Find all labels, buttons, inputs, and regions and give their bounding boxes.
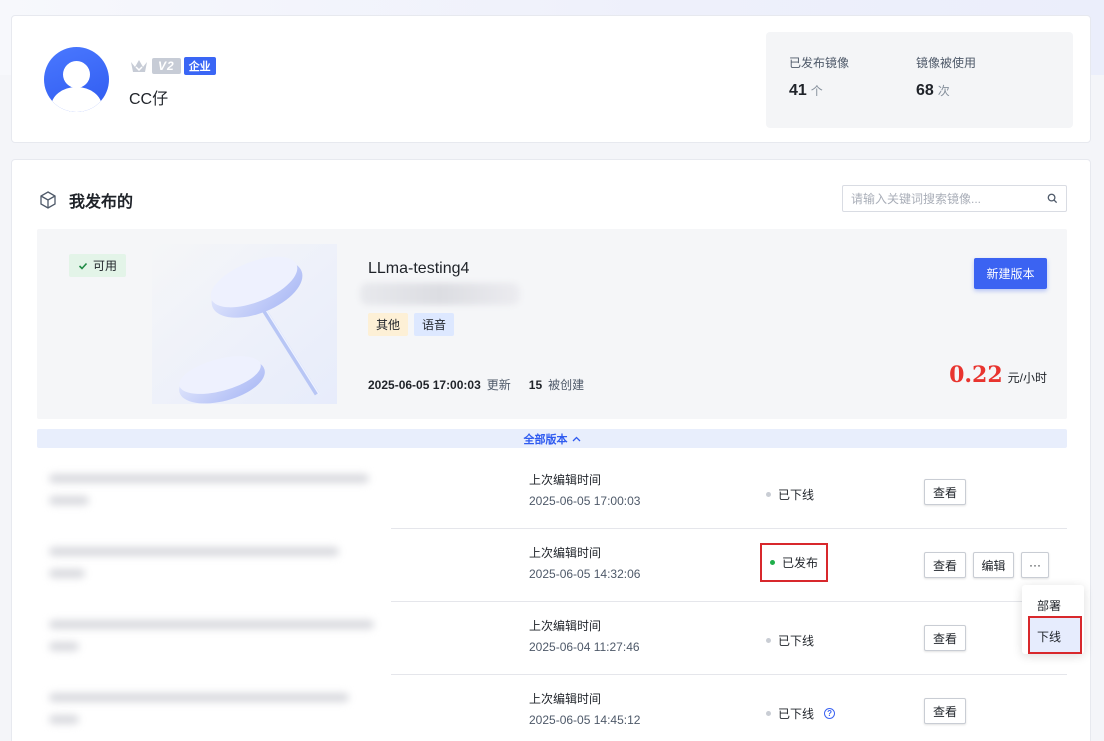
- status-dot: [766, 492, 771, 497]
- price-unit: 元/小时: [1007, 371, 1047, 385]
- edit-time-label: 上次编辑时间: [529, 619, 602, 633]
- stat-label: 镜像被使用: [916, 56, 977, 70]
- version-status: 已下线 ?: [766, 705, 836, 722]
- stats-panel: 已发布镜像 41 个 镜像被使用 68 次: [766, 32, 1073, 128]
- tag-speech: 语音: [414, 313, 455, 336]
- created-label: 被创建: [548, 378, 585, 392]
- help-icon[interactable]: ?: [824, 708, 836, 719]
- view-button[interactable]: 查看: [924, 479, 966, 505]
- stat-value: 41: [789, 82, 807, 99]
- search-icon[interactable]: [1047, 193, 1058, 204]
- view-button[interactable]: 查看: [924, 625, 966, 651]
- my-published-card: 我发布的 可用: [11, 159, 1091, 741]
- price-value: 0.22: [949, 362, 1003, 388]
- updated-label: 更新: [486, 378, 511, 392]
- more-actions-menu: 部署 下线: [1022, 585, 1084, 654]
- edit-time-label: 上次编辑时间: [529, 473, 602, 487]
- all-versions-label: 全部版本: [523, 433, 568, 446]
- search-box[interactable]: [842, 185, 1067, 212]
- version-row: 上次编辑时间 2025-06-05 17:00:03 已下线 查看: [37, 456, 1067, 529]
- version-row: 上次编辑时间 2025-06-05 14:32:06 已发布 查看 编辑 ···: [37, 529, 1067, 602]
- blurred-version-description: [37, 456, 391, 529]
- view-button[interactable]: 查看: [924, 552, 966, 578]
- price: 0.22 元/小时: [949, 362, 1047, 388]
- image-illustration: [152, 244, 337, 404]
- more-button[interactable]: ···: [1021, 552, 1049, 578]
- username: CC仔: [129, 91, 169, 108]
- avatar: [44, 47, 109, 112]
- stat-label: 已发布镜像: [789, 56, 850, 70]
- image-hero: 可用 LLma-testing4 其他 语音 2025-06-05 17:00:…: [37, 229, 1067, 419]
- cube-icon: [40, 191, 56, 209]
- blurred-version-description: [37, 602, 391, 675]
- edit-time: 2025-06-05 14:32:06: [529, 567, 641, 581]
- blurred-description: [360, 283, 520, 305]
- stat-unit: 个: [810, 84, 823, 98]
- status-dot: [770, 560, 775, 565]
- status-text: 已发布: [782, 556, 819, 570]
- version-status: 已下线: [766, 632, 814, 649]
- stat-published-images: 已发布镜像 41 个: [789, 54, 849, 100]
- menu-item-deploy[interactable]: 部署: [1037, 597, 1061, 614]
- tag-list: 其他 语音: [368, 313, 455, 336]
- image-name: LLma-testing4: [368, 260, 470, 277]
- updated-time: 2025-06-05 17:00:03: [368, 377, 481, 392]
- view-button[interactable]: 查看: [924, 698, 966, 724]
- version-row: 上次编辑时间 2025-06-05 14:45:12 已下线 ? 查看: [37, 675, 1067, 741]
- status-text: 已下线: [778, 634, 815, 648]
- version-status: 已下线: [766, 486, 814, 503]
- edit-time: 2025-06-05 17:00:03: [529, 494, 641, 508]
- profile-card: V2 企业 CC仔 已发布镜像 41 个 镜像被使用 68 次: [11, 15, 1091, 143]
- check-icon: [78, 262, 88, 270]
- section-title: 我发布的: [69, 194, 134, 211]
- version-status: 已发布: [759, 543, 829, 582]
- stat-unit: 次: [937, 84, 950, 98]
- status-dot: [766, 711, 771, 716]
- edit-button[interactable]: 编辑: [973, 552, 1014, 578]
- stat-value: 68: [916, 82, 934, 99]
- status-text: 已下线: [778, 707, 815, 721]
- search-input[interactable]: [851, 191, 1047, 206]
- edit-time-label: 上次编辑时间: [529, 546, 602, 560]
- crown-icon: [131, 60, 147, 72]
- menu-item-offline[interactable]: 下线: [1028, 616, 1082, 654]
- level-badge: V2: [152, 58, 181, 74]
- user-badges: V2 企业: [129, 57, 216, 75]
- blurred-version-description: [37, 529, 391, 602]
- edit-time-label: 上次编辑时间: [529, 692, 602, 706]
- edit-time: 2025-06-04 11:27:46: [529, 640, 640, 654]
- blurred-version-description: [37, 675, 391, 741]
- status-text: 可用: [93, 259, 118, 273]
- status-badge: 可用: [69, 254, 127, 277]
- tag-other: 其他: [368, 313, 409, 336]
- version-row: 上次编辑时间 2025-06-04 11:27:46 已下线 查看: [37, 602, 1067, 675]
- created-count: 15: [528, 377, 543, 392]
- status-text: 已下线: [778, 488, 815, 502]
- stat-image-usage: 镜像被使用 68 次: [916, 54, 976, 100]
- image-meta: 2025-06-05 17:00:03 更新 15 被创建: [368, 376, 584, 393]
- status-dot: [766, 638, 771, 643]
- enterprise-badge: 企业: [183, 57, 216, 75]
- section-header: 我发布的: [38, 188, 133, 212]
- all-versions-toggle[interactable]: 全部版本: [37, 429, 1067, 448]
- new-version-button[interactable]: 新建版本: [974, 258, 1047, 289]
- edit-time: 2025-06-05 14:45:12: [529, 713, 641, 727]
- chevron-up-icon: [572, 436, 580, 441]
